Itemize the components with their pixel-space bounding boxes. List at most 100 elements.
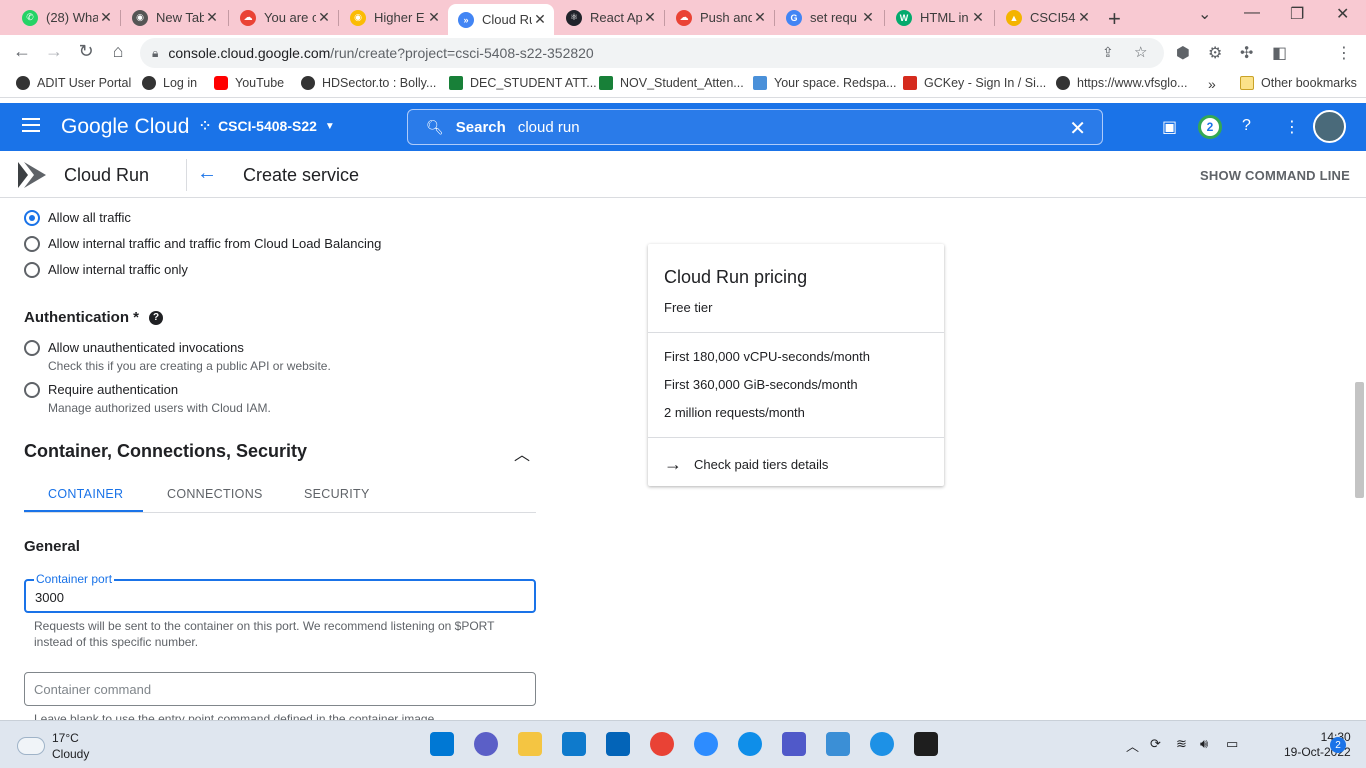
notepad-icon[interactable] [826, 732, 850, 756]
browser-tab[interactable]: ⚛ React Ap ✕ [556, 4, 664, 31]
bookmark-item[interactable]: GCKey - Sign In / Si... [903, 76, 1046, 90]
browser-tab[interactable]: ◉ New Tab ✕ [122, 4, 226, 31]
weather-widget[interactable]: 17°C Cloudy [18, 730, 89, 762]
bookmark-item[interactable]: HDSector.to : Bolly... [301, 76, 436, 90]
tab-connections[interactable]: CONNECTIONS [167, 487, 263, 501]
browser-tab[interactable]: ✆ (28) Wha ✕ [12, 4, 120, 31]
teamviewer-icon[interactable] [738, 732, 762, 756]
close-icon[interactable]: ✕ [970, 9, 986, 26]
wifi-icon[interactable]: ≋ [1176, 736, 1187, 752]
browser-tab[interactable]: ▲ CSCI541 ✕ [996, 4, 1098, 31]
radio-button[interactable] [24, 210, 40, 226]
minimize-button[interactable]: — [1244, 4, 1260, 22]
radio-button[interactable] [24, 340, 40, 356]
page-scrollbar[interactable] [1355, 382, 1364, 498]
teams-chat-icon[interactable] [474, 732, 498, 756]
ingress-option-all[interactable]: Allow all traffic [24, 210, 131, 226]
auth-option-unauthenticated[interactable]: Allow unauthenticated invocations Check … [24, 340, 331, 373]
container-command-input[interactable]: Container command [34, 682, 151, 697]
radio-button[interactable] [24, 382, 40, 398]
terminal-icon[interactable] [914, 732, 938, 756]
search-input[interactable]: cloud run [518, 119, 580, 136]
tab-search-icon[interactable]: ⌄ [1198, 4, 1211, 24]
notifications-badge[interactable]: 2 [1198, 115, 1222, 139]
file-explorer-icon[interactable] [518, 732, 542, 756]
bookmark-item[interactable]: DEC_STUDENT ATT... [449, 76, 597, 90]
menu-icon[interactable] [22, 118, 40, 136]
back-arrow-icon[interactable]: ← [10, 41, 34, 62]
chevron-up-icon[interactable]: ︿ [1126, 736, 1139, 755]
restore-button[interactable]: ❐ [1290, 4, 1304, 24]
notification-center-badge[interactable]: 2 [1330, 737, 1346, 753]
lock-icon[interactable]: 🔒︎ [152, 46, 158, 61]
google-cloud-logo[interactable]: Google Cloud [61, 115, 189, 139]
show-command-line-button[interactable]: SHOW COMMAND LINE [1200, 168, 1350, 183]
sync-icon[interactable]: ⟳ [1150, 736, 1161, 752]
close-icon[interactable]: ✕ [1076, 9, 1092, 26]
extensions-puzzle-icon[interactable]: ✣ [1240, 43, 1253, 63]
bookmark-item[interactable]: NOV_Student_Atten... [599, 76, 744, 90]
container-port-input[interactable]: 3000 [35, 590, 64, 605]
clear-search-icon[interactable]: ✕ [1069, 116, 1086, 141]
new-tab-button[interactable]: + [1108, 6, 1121, 32]
bookmark-item[interactable]: Your space. Redspa... [753, 76, 897, 90]
bookmark-star-icon[interactable]: ☆ [1134, 43, 1147, 61]
reload-icon[interactable]: ↻ [74, 41, 98, 62]
more-vert-icon[interactable]: ⋮ [1284, 117, 1300, 137]
browser-tab-active[interactable]: » Cloud Ru ✕ [448, 4, 554, 35]
bookmark-item[interactable]: https://www.vfsglo... [1056, 76, 1187, 90]
chrome-menu-icon[interactable]: ⋮ [1336, 43, 1352, 63]
bookmark-item[interactable]: ADIT User Portal [16, 76, 131, 90]
ingress-option-internal[interactable]: Allow internal traffic only [24, 262, 188, 278]
help-icon[interactable]: ? [149, 310, 163, 325]
account-avatar[interactable] [1313, 110, 1346, 143]
browser-tab[interactable]: ◉ Higher E ✕ [340, 4, 448, 31]
tab-security[interactable]: SECURITY [304, 487, 370, 501]
cloud-shell-icon[interactable]: ▣ [1162, 117, 1177, 137]
browser-tab[interactable]: ☁ You are c ✕ [230, 4, 338, 31]
forward-arrow-icon[interactable]: → [42, 41, 66, 62]
battery-icon[interactable]: ▭ [1226, 736, 1238, 752]
bookmark-item[interactable]: Log in [142, 76, 197, 90]
radio-button[interactable] [24, 236, 40, 252]
browser-tab[interactable]: G set requ ✕ [776, 4, 882, 31]
ingress-option-internal-lb[interactable]: Allow internal traffic and traffic from … [24, 236, 381, 252]
close-icon[interactable]: ✕ [860, 9, 876, 26]
close-icon[interactable]: ✕ [532, 11, 548, 28]
outlook-icon[interactable] [606, 732, 630, 756]
close-icon[interactable]: ✕ [316, 9, 332, 26]
close-icon[interactable]: ✕ [752, 9, 768, 26]
tab-container[interactable]: CONTAINER [48, 487, 123, 501]
close-icon[interactable]: ✕ [98, 9, 114, 26]
radio-button[interactable] [24, 262, 40, 278]
share-icon[interactable]: ⇪ [1102, 44, 1114, 61]
browser-tab[interactable]: W HTML in ✕ [886, 4, 992, 31]
windows-start-icon[interactable] [430, 732, 454, 756]
container-port-field[interactable]: Container port 3000 [24, 572, 536, 613]
chrome-icon[interactable] [650, 732, 674, 756]
home-icon[interactable]: ⌂ [106, 41, 130, 62]
teams-icon[interactable] [782, 732, 806, 756]
address-bar[interactable]: 🔒︎ console.cloud.google.com/run/create?p… [140, 38, 1164, 68]
product-name[interactable]: Cloud Run [64, 165, 149, 186]
extension-icon[interactable]: ⚙ [1208, 43, 1222, 63]
side-panel-icon[interactable]: ◧ [1272, 43, 1287, 63]
close-icon[interactable]: ✕ [642, 9, 658, 26]
docker-icon[interactable] [870, 732, 894, 756]
more-bookmarks-icon[interactable]: » [1208, 76, 1216, 92]
paid-tiers-link[interactable]: → Check paid tiers details [664, 454, 828, 475]
extension-shield-icon[interactable]: ⬢ [1176, 43, 1190, 63]
zoom-icon[interactable] [694, 732, 718, 756]
browser-tab[interactable]: ☁ Push and ✕ [666, 4, 774, 31]
search-bar[interactable]: 🔍︎ Search cloud run ✕ [407, 109, 1103, 145]
close-icon[interactable]: ✕ [426, 9, 442, 26]
back-arrow-icon[interactable]: ← [197, 162, 217, 185]
other-bookmarks[interactable]: Other bookmarks [1240, 76, 1357, 90]
help-icon[interactable]: ? [1242, 117, 1251, 135]
close-icon[interactable]: ✕ [204, 9, 220, 26]
project-picker[interactable]: ⁘ CSCI-5408-S22 ▼ [200, 118, 335, 134]
auth-option-require[interactable]: Require authentication Manage authorized… [24, 382, 271, 415]
volume-icon[interactable]: 🔊︎ [1200, 736, 1208, 752]
vscode-icon[interactable] [562, 732, 586, 756]
bookmark-item[interactable]: YouTube [214, 76, 284, 90]
